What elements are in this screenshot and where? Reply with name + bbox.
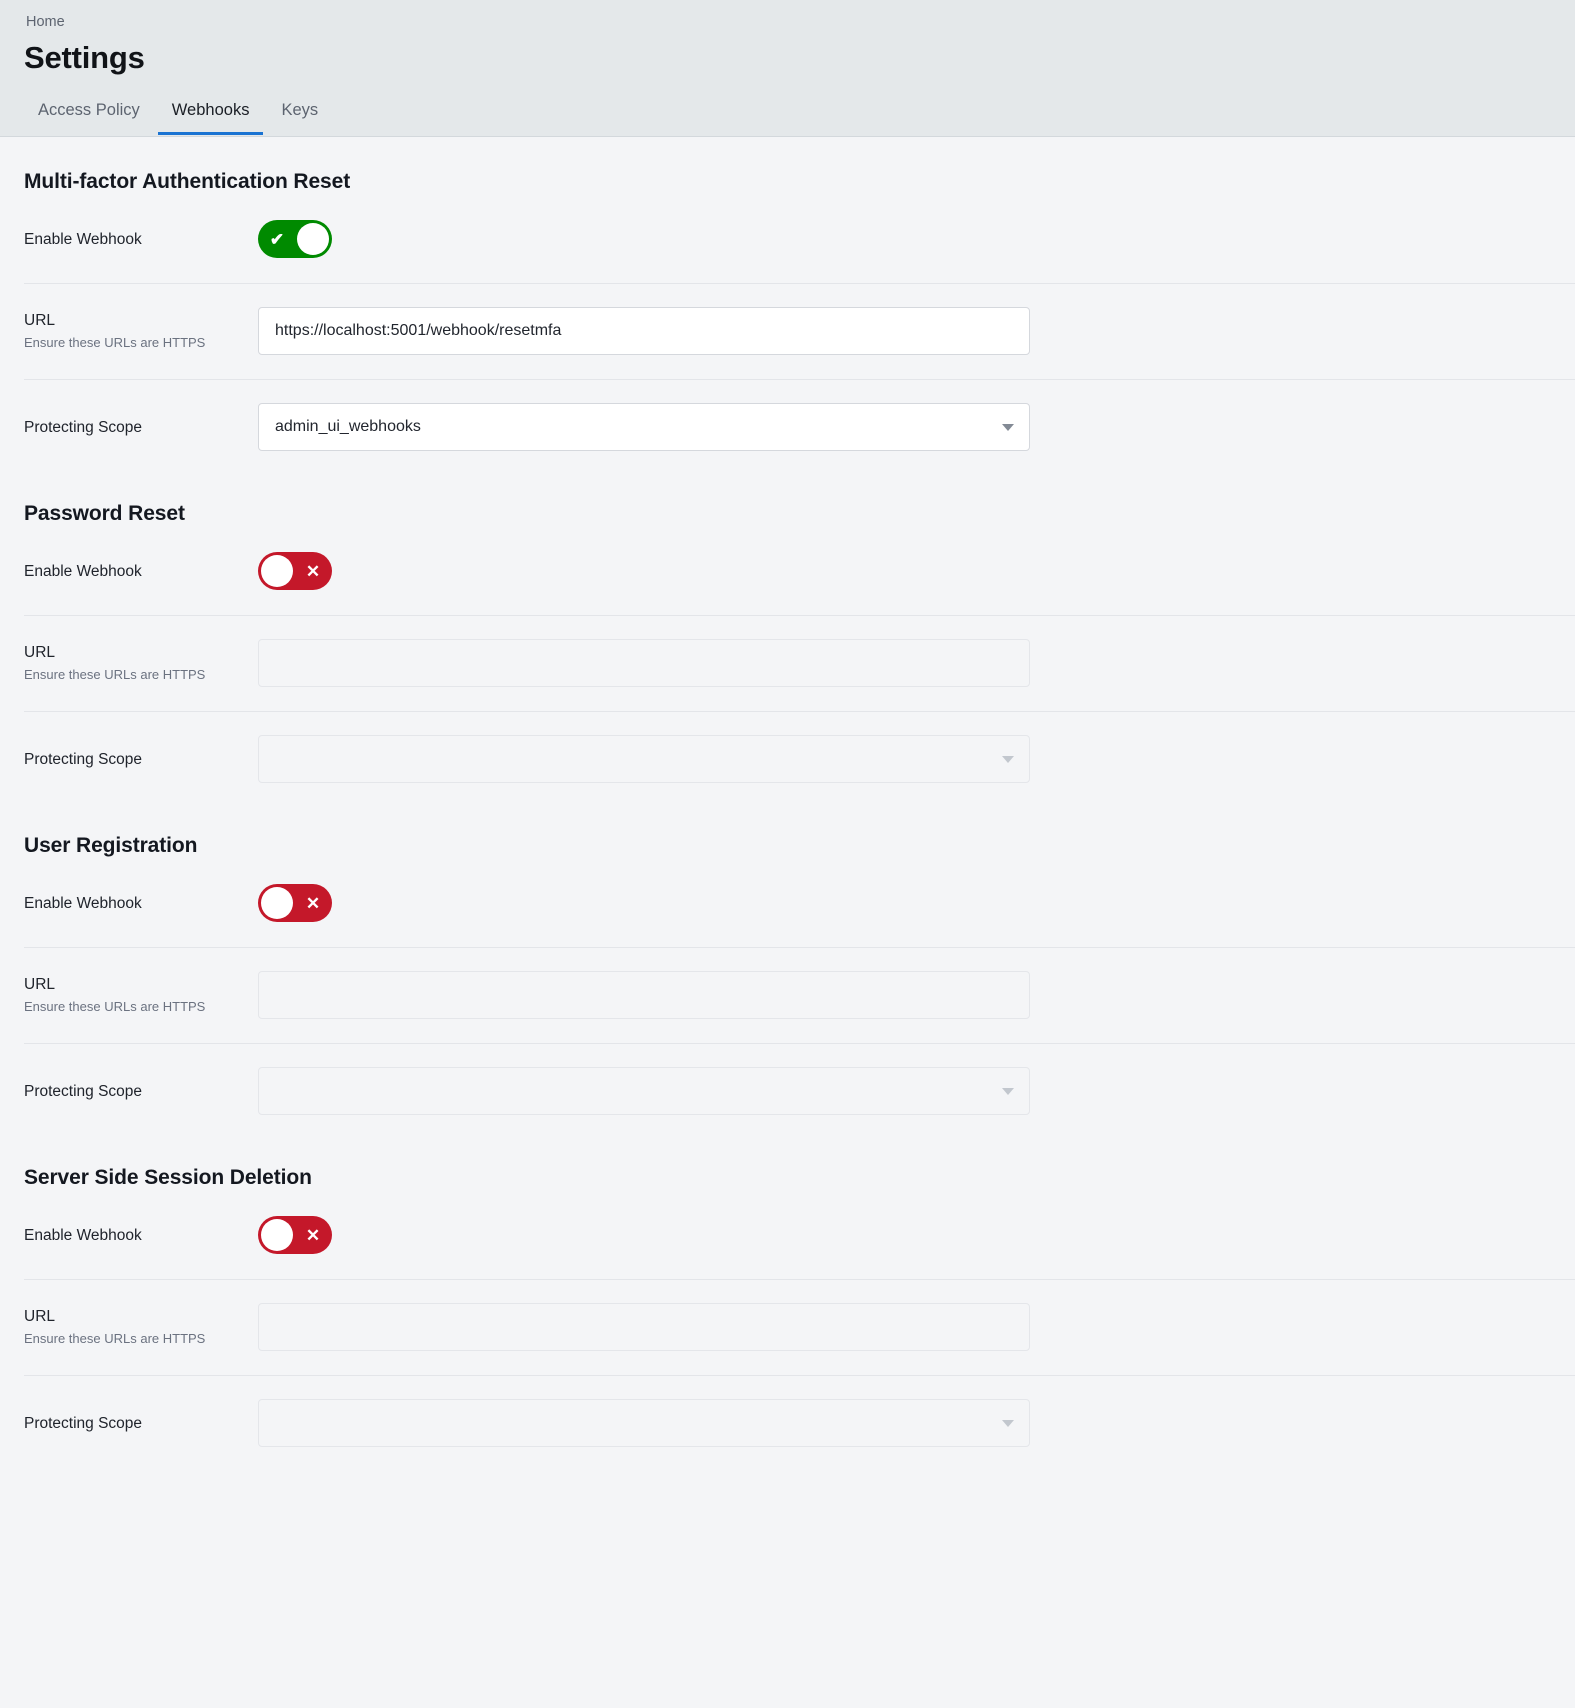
field-control-col xyxy=(258,971,1575,1019)
field-label-col: Protecting Scope xyxy=(24,1414,258,1433)
field-label-col: URL Ensure these URLs are HTTPS xyxy=(24,311,258,351)
url-input xyxy=(258,639,1030,687)
breadcrumb[interactable]: Home xyxy=(0,13,1575,31)
protecting-scope-select xyxy=(258,1399,1030,1447)
tab-access-policy[interactable]: Access Policy xyxy=(24,100,154,135)
field-control-col xyxy=(258,307,1575,355)
enable-webhook-toggle[interactable]: ✕ xyxy=(258,884,332,922)
enable-webhook-label: Enable Webhook xyxy=(24,562,142,580)
url-input[interactable] xyxy=(258,307,1030,355)
field-label-col: Enable Webhook xyxy=(24,894,258,913)
url-input xyxy=(258,971,1030,1019)
section-title: Server Side Session Deletion xyxy=(24,1166,312,1189)
field-label-col: URL Ensure these URLs are HTTPS xyxy=(24,1307,258,1347)
enable-webhook-toggle[interactable]: ✕ xyxy=(258,552,332,590)
field-label-col: Protecting Scope xyxy=(24,1082,258,1101)
settings-content: Multi-factor Authentication Reset Enable… xyxy=(0,137,1575,1471)
close-icon: ✕ xyxy=(305,561,321,581)
row-url: URL Ensure these URLs are HTTPS xyxy=(0,1279,1575,1375)
row-enable-webhook: Enable Webhook ✕ xyxy=(0,527,1575,615)
url-label: URL xyxy=(24,1308,56,1325)
section-password-reset: Password Reset xyxy=(0,475,1575,527)
url-label: URL xyxy=(24,312,56,329)
protecting-scope-select-wrap xyxy=(258,735,1030,783)
toggle-knob xyxy=(261,1219,293,1251)
field-control-col: ✕ xyxy=(258,552,1575,590)
field-label-col: Enable Webhook xyxy=(24,230,258,249)
row-url: URL Ensure these URLs are HTTPS xyxy=(0,947,1575,1043)
tab-webhooks[interactable]: Webhooks xyxy=(157,100,264,135)
tab-bar: Access Policy Webhooks Keys xyxy=(0,91,1575,135)
enable-webhook-toggle[interactable]: ✕ xyxy=(258,1216,332,1254)
section-title: Multi-factor Authentication Reset xyxy=(24,170,351,193)
check-icon: ✔ xyxy=(269,229,285,249)
row-protecting-scope: Protecting Scope xyxy=(0,1043,1575,1139)
toggle-knob xyxy=(261,555,293,587)
url-hint: Ensure these URLs are HTTPS xyxy=(24,999,206,1014)
toggle-knob xyxy=(261,887,293,919)
row-protecting-scope: Protecting Scope xyxy=(0,711,1575,807)
field-control-col: admin_ui_webhooks xyxy=(258,403,1575,451)
row-enable-webhook: Enable Webhook ✕ xyxy=(0,859,1575,947)
protecting-scope-label: Protecting Scope xyxy=(24,1414,143,1432)
enable-webhook-label: Enable Webhook xyxy=(24,230,142,248)
field-control-col xyxy=(258,639,1575,687)
field-label-col: URL Ensure these URLs are HTTPS xyxy=(24,975,258,1015)
enable-webhook-toggle[interactable]: ✔ xyxy=(258,220,332,258)
close-icon: ✕ xyxy=(305,1225,321,1245)
field-label-col: Protecting Scope xyxy=(24,418,258,437)
field-control-col xyxy=(258,1399,1575,1447)
protecting-scope-label: Protecting Scope xyxy=(24,1082,143,1100)
protecting-scope-select-wrap xyxy=(258,1067,1030,1115)
row-enable-webhook: Enable Webhook ✕ xyxy=(0,1191,1575,1279)
row-enable-webhook: Enable Webhook ✔ xyxy=(0,195,1575,283)
enable-webhook-label: Enable Webhook xyxy=(24,1226,142,1244)
protecting-scope-select xyxy=(258,735,1030,783)
protecting-scope-label: Protecting Scope xyxy=(24,750,143,768)
toggle-knob xyxy=(297,223,329,255)
protecting-scope-select[interactable]: admin_ui_webhooks xyxy=(258,403,1030,451)
url-hint: Ensure these URLs are HTTPS xyxy=(24,335,206,350)
field-control-col: ✕ xyxy=(258,884,1575,922)
field-label-col: Enable Webhook xyxy=(24,1226,258,1245)
field-label-col: Enable Webhook xyxy=(24,562,258,581)
row-url: URL Ensure these URLs are HTTPS xyxy=(0,283,1575,379)
page-title: Settings xyxy=(24,40,145,75)
section-server-side-session-deletion: Server Side Session Deletion xyxy=(0,1139,1575,1191)
tab-keys[interactable]: Keys xyxy=(267,100,332,135)
field-label-col: URL Ensure these URLs are HTTPS xyxy=(24,643,258,683)
page-header: Home Settings Access Policy Webhooks Key… xyxy=(0,0,1575,137)
section-user-registration: User Registration xyxy=(0,807,1575,859)
field-label-col: Protecting Scope xyxy=(24,750,258,769)
protecting-scope-label: Protecting Scope xyxy=(24,418,143,436)
url-label: URL xyxy=(24,644,56,661)
url-input xyxy=(258,1303,1030,1351)
field-control-col xyxy=(258,735,1575,783)
row-protecting-scope: Protecting Scope xyxy=(0,1375,1575,1471)
field-control-col: ✔ xyxy=(258,220,1575,258)
field-control-col xyxy=(258,1067,1575,1115)
protecting-scope-select-wrap: admin_ui_webhooks xyxy=(258,403,1030,451)
close-icon: ✕ xyxy=(305,893,321,913)
url-label: URL xyxy=(24,976,56,993)
section-title: Password Reset xyxy=(24,502,185,525)
enable-webhook-label: Enable Webhook xyxy=(24,894,142,912)
row-protecting-scope: Protecting Scope admin_ui_webhooks xyxy=(0,379,1575,475)
field-control-col: ✕ xyxy=(258,1216,1575,1254)
protecting-scope-select-wrap xyxy=(258,1399,1030,1447)
protecting-scope-select xyxy=(258,1067,1030,1115)
field-control-col xyxy=(258,1303,1575,1351)
row-url: URL Ensure these URLs are HTTPS xyxy=(0,615,1575,711)
section-title: User Registration xyxy=(24,834,198,857)
section-mfa-reset: Multi-factor Authentication Reset xyxy=(0,137,1575,195)
url-hint: Ensure these URLs are HTTPS xyxy=(24,1331,206,1346)
url-hint: Ensure these URLs are HTTPS xyxy=(24,667,206,682)
